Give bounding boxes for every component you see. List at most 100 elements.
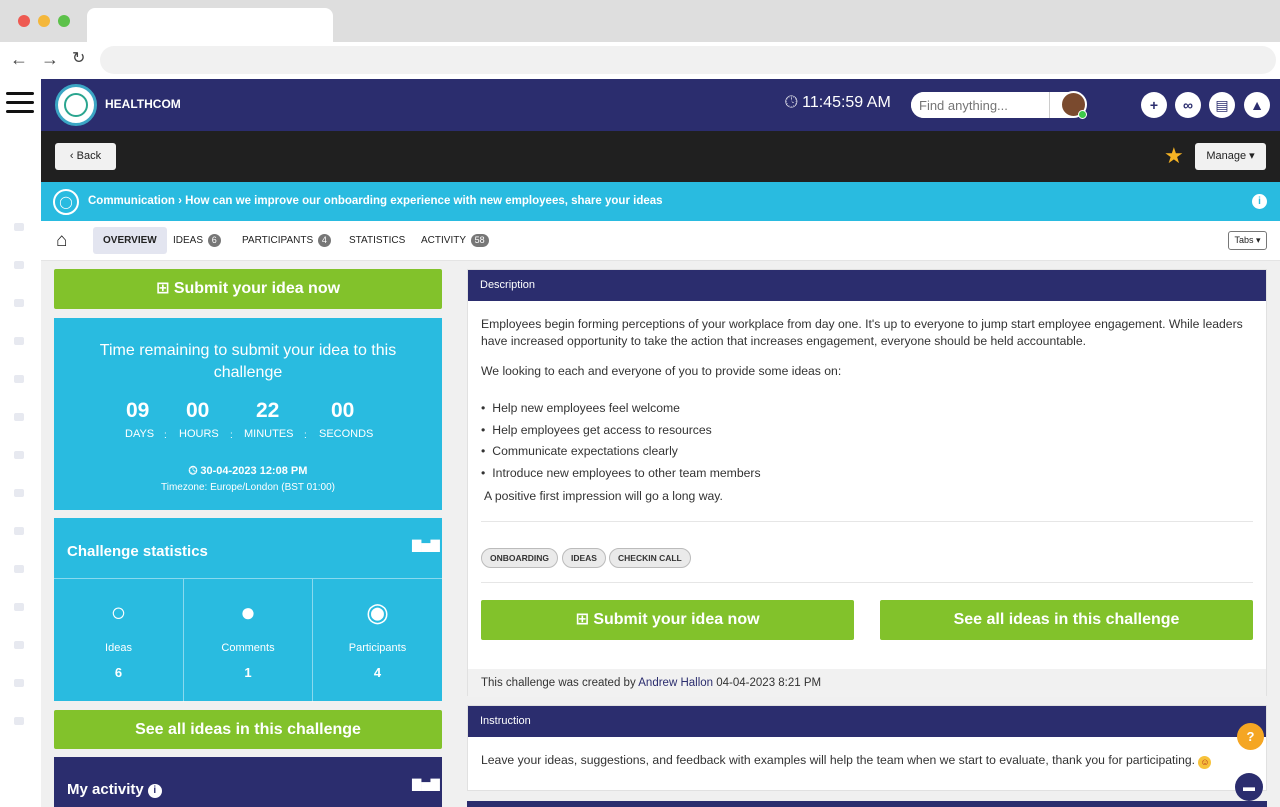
back-button-label: Back: [76, 150, 102, 162]
side-rail: [0, 78, 41, 807]
submit-idea-button[interactable]: ⊞ Submit your idea now: [54, 269, 442, 309]
tab-participants-label: PARTICIPANTS: [242, 235, 314, 246]
home-icon[interactable]: ⌂: [56, 230, 67, 252]
countdown-card: Time remaining to submit your idea to th…: [54, 318, 442, 510]
see-all-ideas-button[interactable]: See all ideas in this challenge: [54, 710, 442, 749]
list-item: Help new employees feel welcome: [481, 398, 761, 420]
activity-title: My activity i: [67, 781, 162, 798]
side-rail-icon[interactable]: [14, 413, 24, 421]
side-rail-icon[interactable]: [14, 679, 24, 687]
see-all-ideas-button[interactable]: See all ideas in this challenge: [880, 600, 1253, 640]
side-rail-icon[interactable]: [14, 223, 24, 231]
chevron-left-icon: ‹: [69, 150, 74, 162]
address-bar[interactable]: [100, 46, 1276, 74]
plus-square-icon: ⊞: [155, 280, 170, 297]
bell-icon[interactable]: ▲: [1244, 92, 1270, 118]
back-button[interactable]: ‹ Back: [55, 143, 116, 170]
countdown-title: Time remaining to submit your idea to th…: [99, 342, 397, 381]
tabs-dropdown-button[interactable]: Tabs ▾: [1228, 231, 1267, 250]
forward-arrow-icon[interactable]: →: [41, 48, 59, 70]
side-rail-icon[interactable]: [14, 641, 24, 649]
stat-participants-value: 4: [373, 665, 382, 680]
days-label: DAYS: [125, 428, 155, 440]
side-rail-icon[interactable]: [14, 299, 24, 307]
ideas-count-badge: 6: [207, 234, 221, 247]
tag-checkin-call[interactable]: CHECKIN CALL: [609, 548, 691, 568]
maximize-window-icon[interactable]: [58, 15, 70, 27]
users-icon: ◉: [366, 597, 389, 627]
separator: :: [304, 430, 307, 441]
side-rail-icon[interactable]: [14, 375, 24, 383]
tab-activity-label: ACTIVITY: [421, 235, 466, 246]
clock-icon: 🕓︎: [188, 465, 198, 477]
search-box: ⌕: [911, 92, 1083, 118]
info-icon[interactable]: i: [1252, 194, 1267, 209]
breadcrumb-section[interactable]: Communication: [88, 195, 175, 207]
close-window-icon[interactable]: [18, 15, 30, 27]
back-arrow-icon[interactable]: ←: [10, 48, 28, 70]
author-link[interactable]: Andrew Hallon: [638, 677, 713, 689]
bar-chart-icon[interactable]: ▇▅▇: [412, 777, 440, 791]
side-rail-icon[interactable]: [14, 603, 24, 611]
tab-overview[interactable]: OVERVIEW: [93, 227, 167, 254]
browser-tab[interactable]: [87, 8, 333, 42]
side-rail-icon[interactable]: [14, 337, 24, 345]
app-header: HEALTHCOM 🕓︎ 11:45:59 AM ⌕ + ∞ ▤ ▲: [41, 79, 1280, 131]
instruction-text: Leave your ideas, suggestions, and feedb…: [481, 753, 1212, 769]
tab-activity[interactable]: ACTIVITY 58: [411, 227, 499, 254]
description-paragraph: Employees begin forming perceptions of y…: [481, 317, 1243, 348]
bar-chart-icon[interactable]: ▇▅▇: [412, 538, 440, 552]
brand-name: HEALTHCOM: [105, 97, 181, 111]
stat-comments[interactable]: ● Comments 1: [183, 579, 312, 702]
stat-ideas-label: Ideas: [105, 642, 132, 654]
tab-ideas-label: IDEAS: [173, 235, 204, 246]
minimize-window-icon[interactable]: [38, 15, 50, 27]
list-item: Communicate expectations clearly: [481, 441, 761, 463]
countdown-hours: 00: [186, 399, 210, 422]
instruction-panel: Instruction Leave your ideas, suggestion…: [467, 705, 1267, 791]
side-rail-icon[interactable]: [14, 527, 24, 535]
side-rail-icon[interactable]: [14, 489, 24, 497]
tab-participants[interactable]: PARTICIPANTS 4: [232, 227, 341, 254]
tab-ideas[interactable]: IDEAS 6: [163, 227, 231, 254]
main-content: ⊞ Submit your idea now Time remaining to…: [41, 261, 1280, 807]
help-icon[interactable]: ?: [1237, 723, 1264, 750]
action-bar: ‹ Back ★ Manage ▾: [41, 131, 1280, 182]
plus-icon[interactable]: +: [1141, 92, 1167, 118]
stat-ideas[interactable]: ○ Ideas 6: [54, 579, 183, 702]
clock: 🕓︎ 11:45:59 AM: [785, 94, 891, 112]
search-input[interactable]: [911, 92, 1049, 118]
calendar-icon[interactable]: ▤: [1209, 92, 1235, 118]
browser-titlebar: [0, 0, 1280, 42]
tab-statistics[interactable]: STATISTICS: [339, 227, 415, 254]
list-item: Introduce new employees to other team me…: [481, 463, 760, 485]
comment-icon: ●: [240, 597, 256, 627]
side-rail-icon[interactable]: [14, 451, 24, 459]
side-rail-icon[interactable]: [14, 565, 24, 573]
hamburger-menu-icon[interactable]: [6, 92, 34, 116]
stat-participants[interactable]: ◉ Participants 4: [312, 579, 442, 702]
tag-onboarding[interactable]: ONBOARDING: [481, 548, 559, 568]
manage-button[interactable]: Manage ▾: [1195, 143, 1266, 170]
tabs-dropdown-label: Tabs: [1234, 235, 1254, 245]
submit-idea-button[interactable]: ⊞ Submit your idea now: [481, 600, 854, 640]
favorite-star-icon[interactable]: ★: [1164, 143, 1184, 169]
tag-ideas[interactable]: IDEAS: [562, 548, 606, 568]
healthcom-logo[interactable]: [55, 84, 97, 126]
reload-icon[interactable]: ↻: [72, 48, 85, 70]
side-rail-icon[interactable]: [14, 717, 24, 725]
side-rail-icon[interactable]: [14, 261, 24, 269]
chat-icon[interactable]: ▬: [1235, 773, 1263, 801]
clock-icon: 🕓︎: [785, 94, 798, 111]
divider: [481, 582, 1253, 583]
description-panel: Description Employees begin forming perc…: [467, 269, 1267, 697]
created-at: 04-04-2023 8:21 PM: [716, 677, 822, 689]
stat-comments-label: Comments: [221, 642, 275, 654]
link-icon[interactable]: ∞: [1175, 92, 1201, 118]
hours-label: HOURS: [179, 428, 219, 440]
participants-count-badge: 4: [317, 234, 331, 247]
challenge-stats-card: Challenge statistics ▇▅▇ ○ Ideas 6 ● Com…: [54, 518, 442, 702]
info-icon[interactable]: i: [147, 784, 162, 798]
submit-idea-label: Submit your idea now: [593, 611, 760, 628]
description-paragraph: A positive first impression will go a lo…: [484, 489, 723, 503]
